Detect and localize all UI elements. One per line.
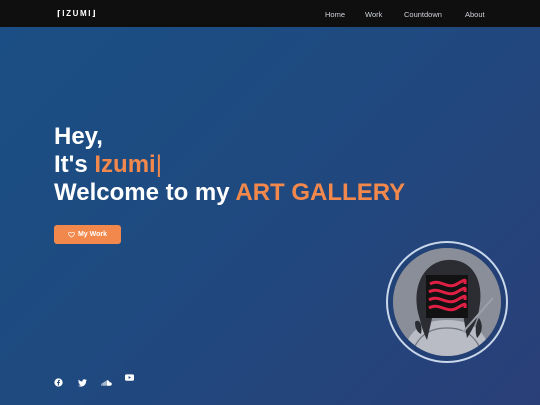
hero-name: Izumi: [94, 151, 156, 178]
hero-welcome: Welcome to my ART GALLERY: [54, 179, 405, 207]
nav-link-home[interactable]: Home: [325, 10, 345, 19]
nav-link-about[interactable]: About: [465, 10, 485, 19]
hero-intro: It's Izumi|: [54, 151, 405, 179]
hero-text: Hey, It's Izumi| Welcome to my ART GALLE…: [54, 123, 405, 207]
top-navbar: ⌈IZUMI⌋ Home Work Countdown About: [0, 0, 540, 27]
typing-cursor: |: [155, 151, 162, 178]
my-work-button[interactable]: My Work: [54, 225, 121, 244]
my-work-label: My Work: [77, 231, 108, 238]
brand-logo[interactable]: ⌈IZUMI⌋: [57, 9, 97, 18]
hero-welcome-prefix: Welcome to my: [54, 179, 236, 206]
heart-icon: [68, 231, 75, 238]
nav-link-work[interactable]: Work: [365, 10, 382, 19]
hero-greeting: Hey,: [54, 123, 103, 150]
avatar: [393, 248, 501, 356]
hero-intro-prefix: It's: [54, 151, 95, 178]
hero-welcome-highlight: ART GALLERY: [235, 179, 406, 206]
twitter-icon[interactable]: [78, 374, 87, 392]
nav-link-countdown[interactable]: Countdown: [404, 10, 442, 19]
youtube-icon[interactable]: [125, 368, 134, 386]
facebook-icon[interactable]: [54, 374, 63, 392]
soundcloud-icon[interactable]: [101, 373, 112, 391]
